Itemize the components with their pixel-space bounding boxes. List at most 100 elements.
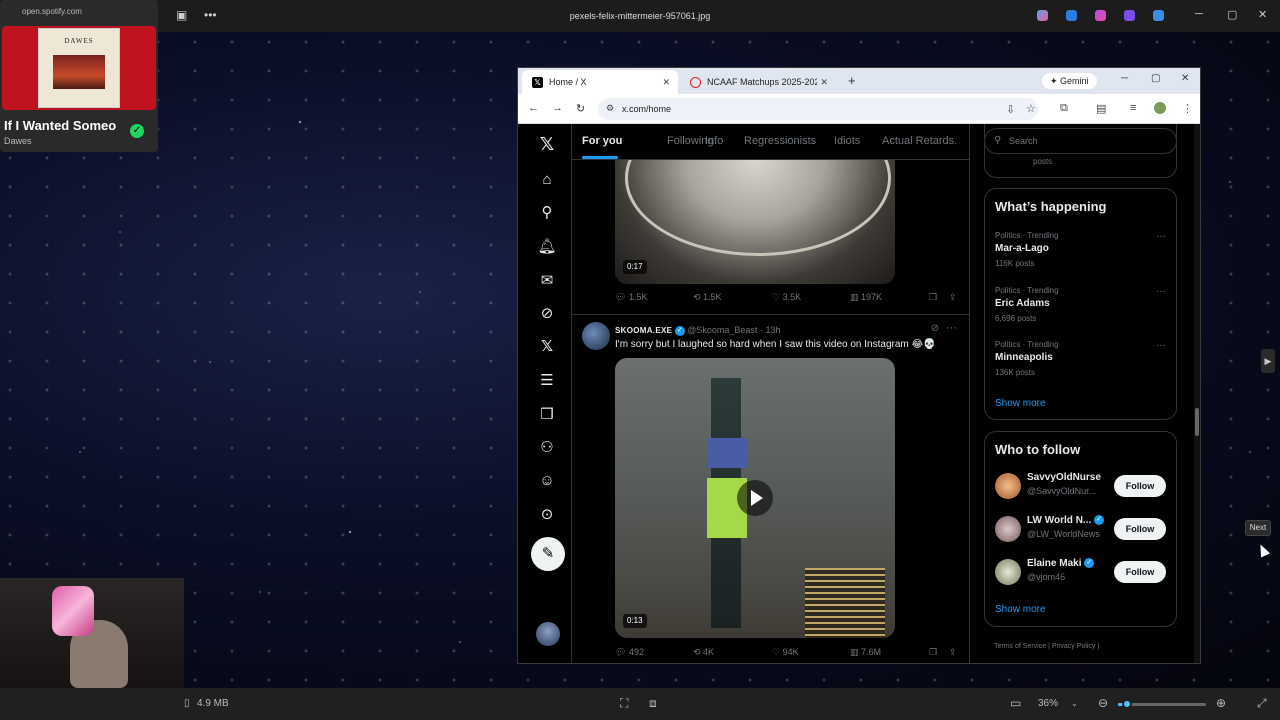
trend-item[interactable]: Minneapolis xyxy=(995,352,1053,363)
zoom-slider-thumb[interactable] xyxy=(1121,699,1132,709)
like-button[interactable]: ♡ 3.5K xyxy=(772,292,801,303)
gemini-button[interactable]: ✦ Gemini xyxy=(1042,73,1097,89)
follow-button[interactable]: Follow xyxy=(1114,475,1166,497)
communities-icon[interactable]: ⚇ xyxy=(536,437,558,459)
browser-minimize-icon[interactable]: ─ xyxy=(1121,73,1128,84)
more-circle-icon[interactable]: ⊙ xyxy=(536,504,558,526)
suggested-user-name[interactable]: Elaine Maki ✓ xyxy=(1027,558,1095,569)
browser-close-icon[interactable]: ✕ xyxy=(1181,73,1189,84)
show-more-link[interactable]: Show more xyxy=(995,604,1046,615)
explore-icon[interactable]: ⚲ xyxy=(536,202,558,224)
extensions-icon[interactable]: ⧉ xyxy=(1060,102,1068,115)
zoom-slider[interactable] xyxy=(1118,699,1206,709)
suggested-user-name[interactable]: LW World N... ✓ xyxy=(1027,515,1105,526)
chevron-down-icon[interactable]: ⌄ xyxy=(1071,699,1078,708)
designer-icon[interactable] xyxy=(1095,10,1106,21)
account-avatar[interactable] xyxy=(536,622,560,646)
new-tab-button[interactable]: + xyxy=(848,73,856,88)
search-input[interactable]: ⚲ Search xyxy=(984,128,1177,154)
scrollbar-thumb[interactable] xyxy=(1195,408,1199,436)
profile-avatar[interactable] xyxy=(1154,102,1166,114)
reply-button[interactable]: 💬︎ 1.5K xyxy=(615,292,647,303)
trend-item[interactable]: Eric Adams xyxy=(995,298,1050,309)
post-video[interactable]: 0:17 xyxy=(615,160,895,284)
avatar[interactable] xyxy=(995,516,1021,542)
follow-button[interactable]: Follow xyxy=(1114,561,1166,583)
tab-regressionists[interactable]: Regressionists xyxy=(744,135,816,147)
premium-icon[interactable]: 𝕏 xyxy=(536,336,558,358)
next-image-button[interactable]: ▶ xyxy=(1261,349,1275,373)
author-handle[interactable]: @Skooma_Beast xyxy=(687,325,757,335)
views-button[interactable]: ▥ 7.6M xyxy=(850,647,881,658)
fit-icon[interactable]: ⛶ xyxy=(620,696,628,711)
crop-icon[interactable]: ⧈ xyxy=(649,696,657,711)
zoom-in-icon[interactable]: ⊕ xyxy=(1216,696,1226,710)
tab-actual-retards[interactable]: Actual Retards. xyxy=(882,135,957,147)
avatar[interactable] xyxy=(995,559,1021,585)
bookmarks-icon[interactable]: ❒ xyxy=(536,404,558,426)
post-video[interactable]: 0:13 xyxy=(615,358,895,638)
clipchamp-icon[interactable] xyxy=(1124,10,1135,21)
tab-idiots[interactable]: Idiots xyxy=(834,135,860,147)
x-logo-icon[interactable]: 𝕏 xyxy=(536,133,558,155)
minimize-icon[interactable]: ─ xyxy=(1195,8,1203,20)
repost-button[interactable]: ⟲ 4K xyxy=(693,647,714,658)
grok-explain-icon[interactable]: ⊘ xyxy=(931,323,939,334)
post-button[interactable]: ✎ xyxy=(531,537,565,571)
media-icon[interactable]: ≡ xyxy=(1130,102,1136,114)
suggested-user-name[interactable]: SavvyOldNurse xyxy=(1027,472,1101,483)
forward-icon[interactable]: → xyxy=(552,102,563,114)
cloud-icon[interactable] xyxy=(1153,10,1164,21)
post-time[interactable]: · 13h xyxy=(760,325,781,335)
more-icon[interactable]: ··· xyxy=(946,322,957,334)
close-tab-icon[interactable]: ✕ xyxy=(662,77,670,88)
reload-icon[interactable]: ↻ xyxy=(576,102,585,115)
bookmark-icon[interactable]: ❒ xyxy=(929,292,937,303)
reply-button[interactable]: 💬︎ 492 xyxy=(615,647,644,658)
repost-button[interactable]: ⟲ 1.5K xyxy=(693,292,722,303)
share-icon[interactable]: ⇪ xyxy=(949,292,957,303)
tab-info[interactable]: Info xyxy=(705,135,723,147)
more-icon[interactable]: ··· xyxy=(1156,231,1166,242)
more-icon[interactable]: ··· xyxy=(1156,286,1166,297)
notifications-icon[interactable]: 🔔︎ xyxy=(536,236,558,258)
avatar[interactable] xyxy=(582,322,610,350)
menu-icon[interactable]: ⋮ xyxy=(1182,102,1193,115)
copilot-icon[interactable] xyxy=(1037,10,1048,21)
zoom-level[interactable]: 36% xyxy=(1038,698,1058,709)
close-icon[interactable]: ✕ xyxy=(1258,8,1267,21)
grok-icon[interactable]: ⊘ xyxy=(536,303,558,325)
profile-icon[interactable]: ☺ xyxy=(536,470,558,492)
edit-icon[interactable] xyxy=(1066,10,1077,21)
install-app-icon[interactable]: ⇩ xyxy=(1006,103,1015,116)
play-icon[interactable] xyxy=(737,480,773,516)
page-scrollbar[interactable] xyxy=(1194,124,1200,663)
back-icon[interactable]: ← xyxy=(528,102,539,114)
fullscreen-icon[interactable]: ⤢ xyxy=(1257,696,1267,711)
lists-icon[interactable]: ☰ xyxy=(536,370,558,392)
zoom-out-icon[interactable]: ⊖ xyxy=(1098,696,1108,710)
site-info-icon[interactable]: ⚙ xyxy=(606,103,614,114)
bookmark-star-icon[interactable]: ☆ xyxy=(1026,102,1036,115)
bookmark-icon[interactable]: ❒ xyxy=(929,647,937,658)
browser-maximize-icon[interactable]: ▢ xyxy=(1151,73,1160,84)
actual-size-icon[interactable]: ▭ xyxy=(1010,696,1021,710)
saved-check-icon[interactable]: ✓ xyxy=(130,124,144,138)
spotify-miniplayer[interactable]: open.spotify.com DAWES If I Wanted Someo… xyxy=(0,0,158,152)
home-icon[interactable]: ⌂ xyxy=(536,169,558,191)
avatar[interactable] xyxy=(995,473,1021,499)
trend-item[interactable]: Mar-a-Lago xyxy=(995,243,1049,254)
more-icon[interactable]: ··· xyxy=(1156,340,1166,351)
url-input[interactable]: ⚙ x.com/home ⇩ ☆ xyxy=(598,98,1038,120)
show-more-link[interactable]: Show more xyxy=(995,398,1046,409)
sidepanel-icon[interactable]: ▤ xyxy=(1096,102,1106,115)
author-name[interactable]: SKOOMA.EXE xyxy=(615,326,672,335)
like-button[interactable]: ♡ 94K xyxy=(772,647,799,658)
messages-icon[interactable]: ✉ xyxy=(536,270,558,292)
tab-for-you[interactable]: For you xyxy=(582,135,622,147)
follow-button[interactable]: Follow xyxy=(1114,518,1166,540)
footer-links[interactable]: Terms of Service | Privacy Policy | xyxy=(994,643,1099,650)
maximize-icon[interactable]: ▢ xyxy=(1227,8,1237,21)
share-icon[interactable]: ⇪ xyxy=(949,647,957,658)
views-button[interactable]: ▥ 197K xyxy=(850,292,882,303)
